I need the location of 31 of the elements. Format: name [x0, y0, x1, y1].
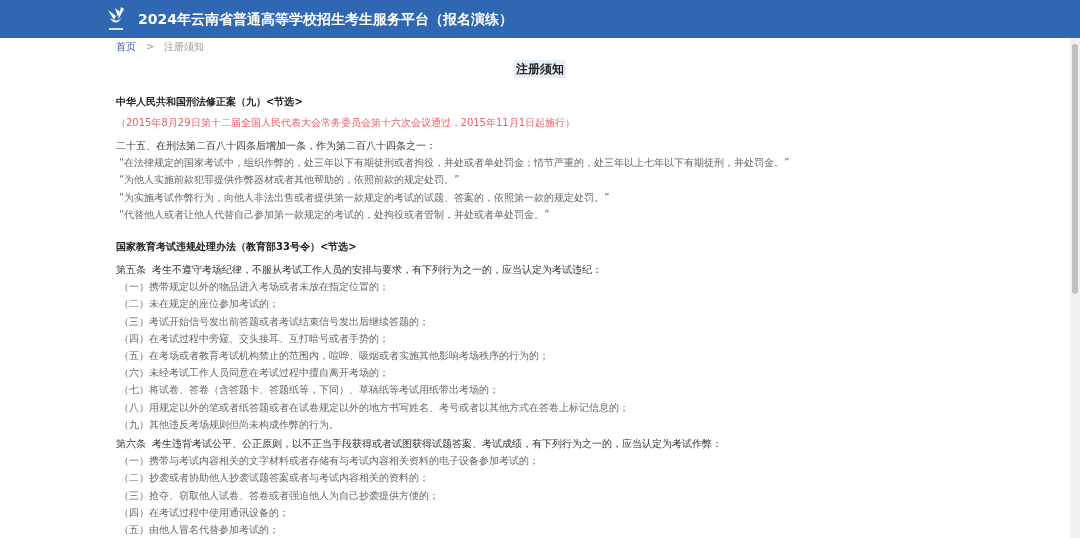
clause-text: （一）携带与考试内容相关的文字材料或者存储有与考试内容相关资料的电子设备参加考试的； — [118, 454, 540, 469]
clause-text: （三）抢夺、窃取他人试卷、答卷或者强迫他人为自己抄袭提供方便的； — [118, 488, 440, 503]
clause-text: （六）未经考试工作人员同意在考试过程中擅自离开考场的； — [118, 366, 390, 381]
article-text: 二十五、在刑法第二百八十四条后增加一条，作为第二百八十四条之一： — [116, 139, 437, 153]
clause-text: （九）其他违反考场规则但尚未构成作弊的行为。 — [118, 417, 340, 432]
breadcrumb-text: > — [146, 40, 155, 54]
clause-text: （四）在考试过程中旁窥、交头接耳、互打暗号或者手势的； — [118, 331, 390, 346]
section-note: （2015年8月29日第十二届全国人民代表大会常务委员会第十六次会议通过，2015年11月1日起施行） — [116, 116, 577, 130]
clause-text: （五）由他人冒名代替参加考试的； — [118, 523, 280, 538]
clause-text: （七）将试卷、答卷（含答题卡、答题纸等，下同）、草稿纸等考试用纸带出考场的； — [118, 383, 500, 398]
clause-text: （四）在考试过程中使用通讯设备的； — [118, 505, 290, 520]
clause-text: （二）未在规定的座位参加考试的； — [118, 297, 280, 312]
breadcrumb-text: 注册须知 — [164, 40, 205, 54]
scrollbar-thumb[interactable] — [1072, 44, 1078, 294]
section-heading: 中华人民共和国刑法修正案（九）<节选> — [116, 95, 304, 109]
clause-text: “为实施考试作弊行为，向他人非法出售或者提供第一款规定的考试的试题、答案的，依照第一款的规定处罚。” — [118, 190, 611, 205]
breadcrumb-link[interactable]: 首页 — [116, 39, 136, 54]
clause-text: “为他人实施前款犯罪提供作弊器材或者其他帮助的，依照前款的规定处罚。” — [118, 173, 461, 188]
article-text: 第六条 考生违背考试公平、公正原则，以不正当手段获得或者试图获得试题答案、考试成绩，有下列行为之一的，应当认定为考试作弊： — [116, 437, 724, 452]
clause-text: （一）携带规定以外的物品进入考场或者未放在指定位置的； — [118, 280, 390, 295]
page-title: 注册须知 — [514, 60, 566, 78]
clause-text: （二）抄袭或者协助他人抄袭试题答案或者与考试内容相关的资料的； — [118, 471, 430, 486]
clause-text: （八）用规定以外的笔或者纸答题或者在试卷规定以外的地方书写姓名、考号或者以其他方式在答卷上标记信息的； — [118, 400, 630, 415]
clause-text: （三）考试开始信号发出前答题或者考试结束信号发出后继续答题的； — [118, 314, 430, 329]
section-heading: 国家教育考试违规处理办法（教育部33号令）<节选> — [116, 240, 358, 254]
clause-text: “代替他人或者让他人代替自己参加第一款规定的考试的，处拘役或者管制，并处或者单处罚金。” — [118, 207, 551, 222]
article-text: 第五条 考生不遵守考场纪律，不服从考试工作人员的安排与要求，有下列行为之一的，应当认定为考试违纪： — [116, 263, 604, 277]
clause-text: “在法律规定的国家考试中，组织作弊的，处三年以下有期徒刑或者拘役，并处或者单处罚金；情节严重的，处三年以上七年以下有期徒刑，并处罚金。” — [118, 156, 791, 171]
logo-icon — [106, 6, 126, 32]
clause-text: （五）在考场或者教育考试机构禁止的范围内，喧哗、吸烟或者实施其他影响考场秩序的行为的； — [118, 349, 550, 364]
header-title: 2024年云南省普通高等学校招生考生服务平台（报名演练） — [138, 9, 513, 29]
